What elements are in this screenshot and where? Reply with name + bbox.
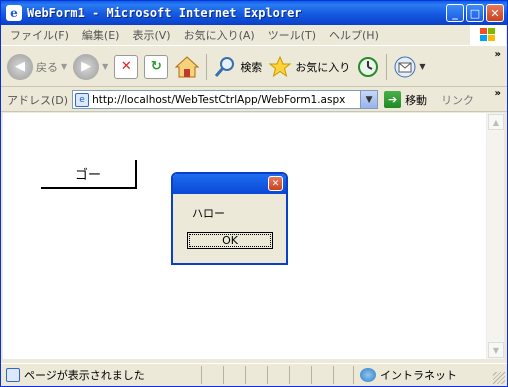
dialog-ok-button[interactable]: OK [187,232,273,249]
back-dropdown-icon[interactable]: ▼ [61,62,67,71]
status-panel [333,366,355,384]
status-panel [223,366,245,384]
favorites-button[interactable]: お気に入り [268,55,350,79]
toolbar-separator [206,53,208,80]
scroll-up-icon[interactable]: ▲ [488,114,504,130]
menu-view[interactable]: 表示(V) [132,27,170,43]
intranet-globe-icon [360,368,376,382]
dialog-title-bar[interactable]: ✕ [173,174,286,194]
mail-button[interactable]: ▼ [393,55,425,79]
history-icon [358,56,379,77]
close-button[interactable]: ✕ [486,4,504,22]
favorites-label: お気に入り [295,60,351,74]
stop-button[interactable]: ✕ [114,54,139,79]
home-icon [175,55,200,77]
back-label: 戻る [36,60,58,74]
favorites-icon [268,55,292,77]
resize-grip-icon[interactable] [493,372,505,384]
search-label: 検索 [240,60,263,74]
address-dropdown-icon[interactable]: ▼ [360,91,378,108]
scroll-down-icon[interactable]: ▼ [488,342,504,358]
back-button[interactable]: ◀ 戻る ▼ [7,53,67,80]
status-panel [201,366,223,384]
menu-file[interactable]: ファイル(F) [10,27,69,43]
menu-edit[interactable]: 編集(E) [82,27,120,43]
page-status-icon [6,368,20,382]
links-toolbar[interactable]: リンク [441,92,474,108]
address-label: アドレス(D) [7,93,69,107]
address-bar: アドレス(D) e http://localhost/WebTestCtrlAp… [1,88,507,112]
title-bar[interactable]: e WebForm1 - Microsoft Internet Explorer… [1,1,507,25]
toolbar-separator [386,53,388,80]
status-text: ページが表示されました [24,369,145,382]
dialog-message: ハロー [192,207,225,220]
dialog-close-button[interactable]: ✕ [268,176,283,191]
standard-toolbar: ◀ 戻る ▼ ▶ ▼ ✕ ↻ 検索 お気に入り ▼ » [1,47,507,87]
go-label: 移動 [405,93,428,107]
menu-tools[interactable]: ツール(T) [268,27,316,43]
status-bar: ページが表示されました イントラネット [1,363,507,386]
status-panel [311,366,333,384]
menu-favorites[interactable]: お気に入り(A) [184,27,255,43]
alert-dialog: ✕ ハロー OK [171,172,288,265]
window-title: WebForm1 - Microsoft Internet Explorer [27,6,302,20]
address-input[interactable]: e http://localhost/WebTestCtrlApp/WebFor… [72,90,379,109]
forward-icon: ▶ [73,53,100,80]
forward-button[interactable]: ▶ ▼ [73,53,108,80]
go-arrow-icon: ➔ [384,91,402,108]
address-url[interactable]: http://localhost/WebTestCtrlApp/WebForm1… [92,94,345,106]
home-button[interactable] [174,55,200,79]
page-icon: e [75,92,90,107]
search-button[interactable]: 検索 [213,55,262,79]
links-overflow-icon[interactable]: » [495,88,501,99]
ie-logo-icon: e [6,5,22,21]
go-button[interactable]: ➔ 移動 [384,91,427,108]
browser-window: e WebForm1 - Microsoft Internet Explorer… [0,0,508,387]
zone-label: イントラネット [380,369,457,382]
refresh-icon: ↻ [144,54,169,79]
status-panel [289,366,311,384]
stop-icon: ✕ [114,54,139,79]
windows-logo-icon [470,25,506,45]
vertical-scrollbar[interactable]: ▲ ▼ [486,113,504,359]
search-icon [215,56,235,77]
refresh-button[interactable]: ↻ [144,54,169,79]
status-panel [245,366,267,384]
menu-help[interactable]: ヘルプ(H) [329,27,379,43]
status-panels [201,366,355,384]
forward-dropdown-icon[interactable]: ▼ [102,62,108,71]
menu-bar: ファイル(F) 編集(E) 表示(V) お気に入り(A) ツール(T) ヘルプ(… [1,25,507,46]
go-page-button[interactable]: ゴー [41,160,137,189]
security-zone: イントラネット [353,366,457,384]
maximize-button[interactable]: □ [466,4,484,22]
toolbar-overflow-icon[interactable]: » [495,49,501,60]
back-icon: ◀ [7,53,33,80]
status-panel [267,366,289,384]
history-button[interactable] [356,55,380,79]
minimize-button[interactable]: _ [446,4,464,22]
mail-icon [394,56,416,77]
mail-dropdown-icon[interactable]: ▼ [419,62,425,71]
